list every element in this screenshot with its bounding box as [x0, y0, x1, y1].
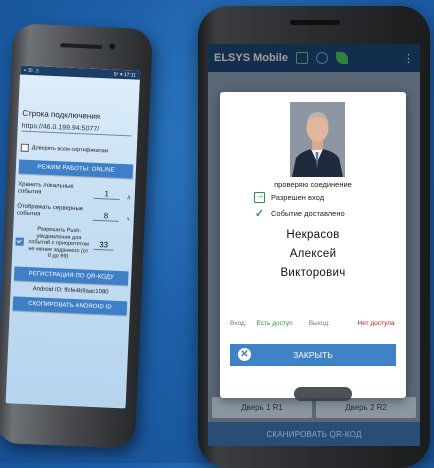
enter-icon: [254, 190, 265, 203]
app-title: ELSYS Mobile: [214, 52, 288, 64]
entry-allowed-text: Разрешен вход: [271, 193, 325, 202]
right-phone: ELSYS Mobile ⋮ Дверь 1 R1 Дверь 2 R2 СКА…: [198, 6, 430, 468]
progress-pill: [294, 387, 352, 401]
local-events-row: Хранить локальные события 1 д.: [15, 181, 135, 201]
connection-url-input[interactable]: https://46.0.199.94:5077/: [21, 122, 132, 137]
exit-key: Выход:: [308, 320, 330, 327]
connection-status: проверяю соединение: [274, 180, 352, 189]
push-priority-input[interactable]: 33: [93, 240, 114, 251]
local-events-label: Хранить локальные события: [17, 181, 74, 196]
close-button[interactable]: ✕ ЗАКРЫТЬ: [230, 344, 396, 366]
app-bar: ELSYS Mobile ⋮: [208, 44, 420, 72]
trust-label: Доверять всем сертификатам: [31, 145, 109, 155]
front-camera: [108, 42, 117, 51]
overflow-menu-icon[interactable]: ⋮: [403, 52, 414, 65]
android-id-text: Android ID: ffcfe4b9aac1080: [32, 285, 109, 296]
push-checkbox[interactable]: [15, 237, 24, 247]
entry-key: Вход:: [230, 320, 247, 327]
qr-register-button[interactable]: РЕГИСТРАЦИЯ ПО QR-КОДУ: [14, 265, 129, 285]
event-delivered-row: ✓ Событие доставлено: [254, 207, 345, 220]
trust-certificates-row[interactable]: Доверять всем сертификатам: [17, 143, 137, 156]
globe-icon[interactable]: [315, 52, 328, 64]
checkmark-icon: ✓: [254, 208, 265, 220]
status-left: ▪ ☏ ⚠: [24, 67, 40, 74]
exit-value: Нет доступа: [357, 320, 395, 327]
portrait-image: [290, 102, 345, 177]
access-screen: ELSYS Mobile ⋮ Дверь 1 R1 Дверь 2 R2 СКА…: [208, 44, 420, 446]
person-photo: [290, 102, 345, 177]
server-events-label: Отображать серверные события: [16, 203, 84, 218]
status-bar: ▪ ☏ ⚠ 5⁵ ▾ 17:11: [19, 65, 141, 80]
local-events-unit: д.: [127, 194, 132, 201]
person-patronymic: Викторович: [280, 267, 346, 279]
work-mode-button[interactable]: РЕЖИМ РАБОТЫ: ONLINE: [18, 159, 134, 179]
close-icon: ✕: [238, 348, 251, 361]
event-delivered-text: Событие доставлено: [271, 209, 345, 218]
settings-screen: ▪ ☏ ⚠ 5⁵ ▾ 17:11 Строка подключения http…: [5, 65, 141, 409]
server-events-row: Отображать серверные события 8 ч.: [14, 203, 134, 222]
server-events-input[interactable]: 8: [92, 210, 120, 222]
local-events-input[interactable]: 1: [93, 188, 120, 200]
close-button-label: ЗАКРЫТЬ: [293, 350, 333, 360]
entry-allowed-row: Разрешен вход: [254, 190, 325, 203]
speaker-grille: [290, 20, 340, 25]
scan-qr-button[interactable]: СКАНИРОВАТЬ QR-КОД: [208, 422, 420, 446]
server-events-unit: ч.: [126, 216, 131, 223]
speaker-grille: [60, 43, 103, 50]
entry-value: Есть доступ: [256, 320, 293, 327]
connection-label: Строка подключения: [22, 108, 101, 122]
push-row: Разрешить Push-уведомления для событий с…: [12, 225, 133, 263]
trust-checkbox[interactable]: [20, 143, 29, 152]
copy-android-id-button[interactable]: СКОПИРОВАТЬ ANDROID ID: [12, 295, 128, 315]
person-first-name: Алексей: [289, 248, 337, 260]
leaf-icon[interactable]: [335, 52, 348, 64]
access-rights-row: Вход: Есть доступ Выход: Нет доступа: [230, 320, 396, 328]
push-label: Разрешить Push-уведомления для событий с…: [28, 226, 89, 260]
status-right: 5⁵ ▾ 17:11: [113, 71, 137, 79]
person-last-name: Некрасов: [286, 229, 340, 241]
left-phone: ▪ ☏ ⚠ 5⁵ ▾ 17:11 Строка подключения http…: [0, 23, 154, 449]
access-dialog: проверяю соединение Разрешен вход ✓ Собы…: [220, 92, 406, 401]
event-log-icon[interactable]: [295, 52, 308, 64]
